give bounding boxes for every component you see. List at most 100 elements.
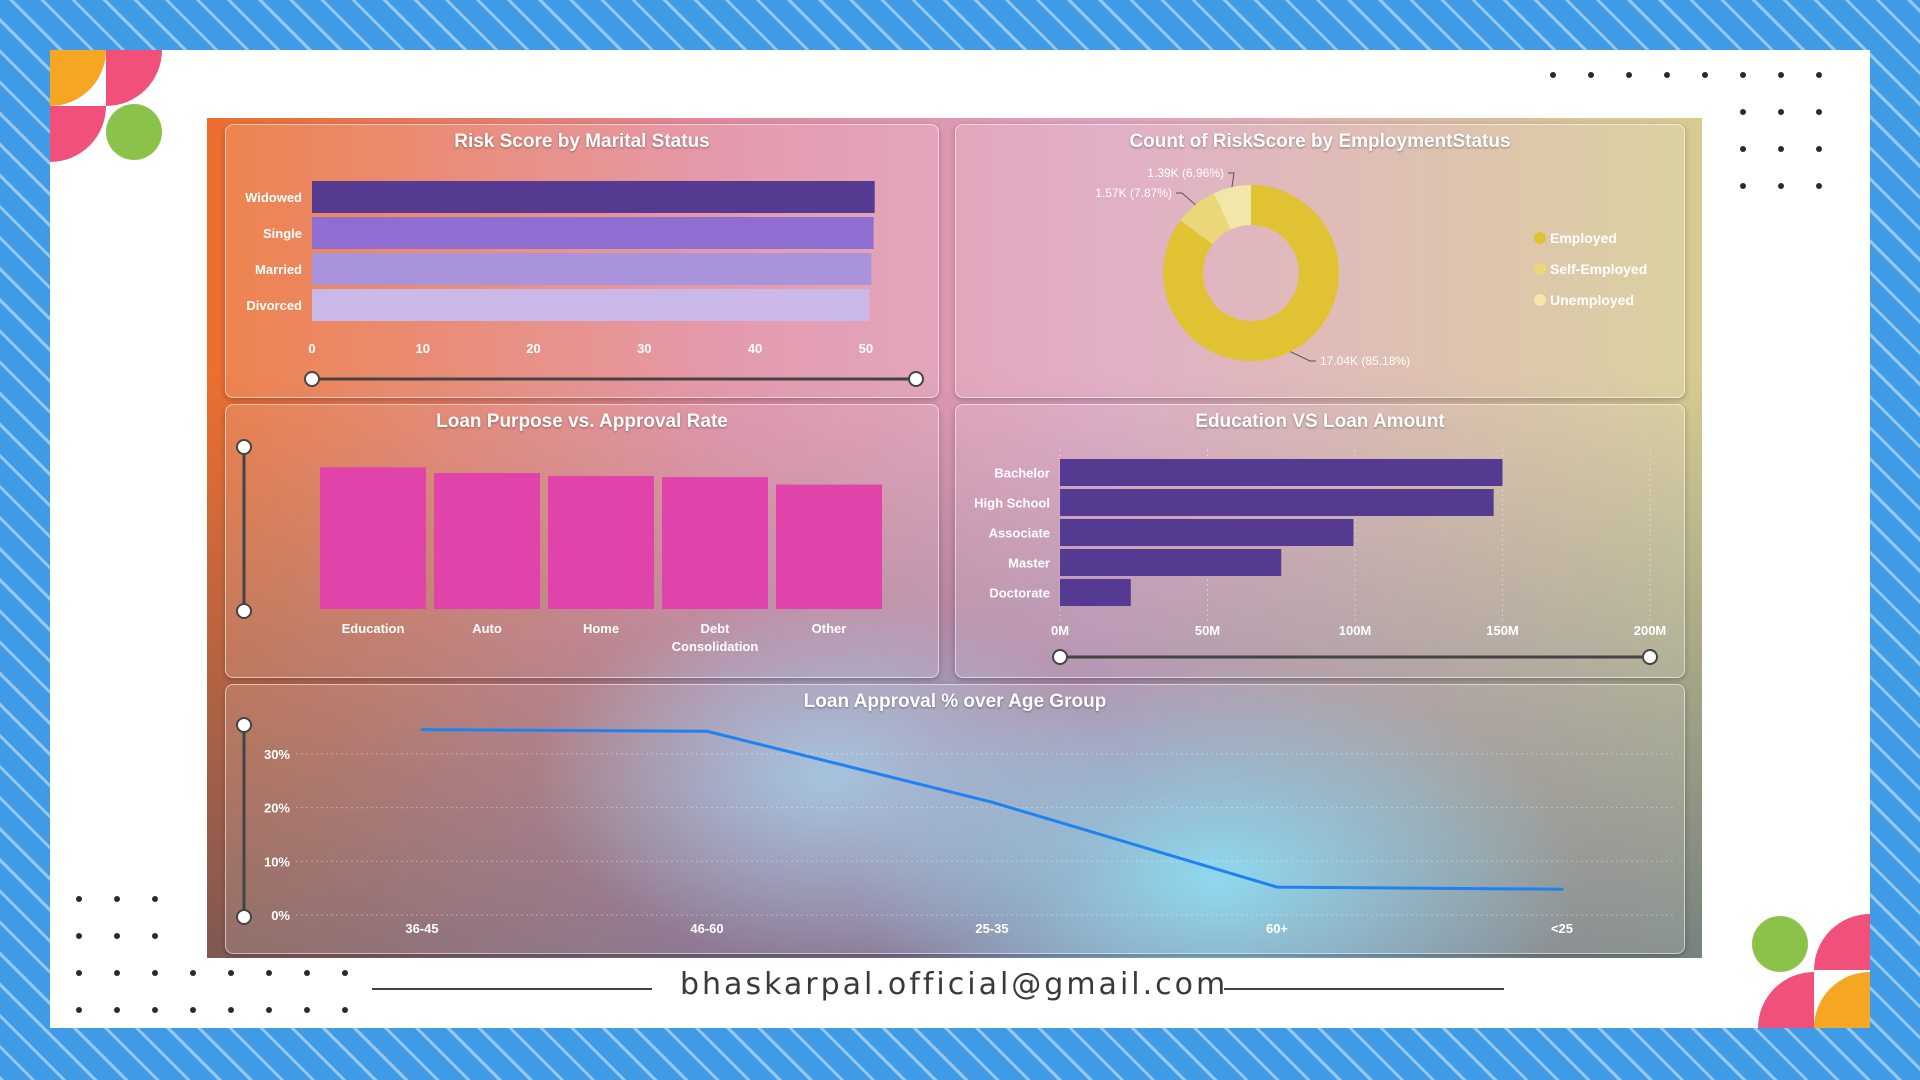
purpose-chart: Education Auto Home Debt Consolidation Other — [236, 439, 882, 654]
category-label: Master — [1008, 556, 1050, 571]
bar-education — [1060, 579, 1131, 606]
donut-data-label: 17.04K (85.18%) — [1320, 354, 1410, 368]
decor-pink-quarter-2 — [1758, 972, 1814, 1028]
decor-dot — [1588, 72, 1594, 78]
data-point — [1560, 887, 1564, 891]
footer-email: bhaskarpal.official@gmail.com — [680, 967, 1229, 1002]
category-label: Doctorate — [989, 586, 1050, 601]
decor-dot — [152, 970, 158, 976]
decor-pink-quarter-2 — [50, 106, 106, 162]
marital-chart: Widowed Single Married Divorced 0 10 20 30 40 50 — [245, 181, 924, 387]
decor-pink-quarter-1 — [1814, 914, 1870, 970]
education-panel: Education VS Loan Amount Bachelor High Sc… — [955, 404, 1685, 678]
age-panel: Loan Approval % over Age Group 0% 10% 20% 3… — [225, 684, 1685, 954]
x-tick-label: 100M — [1339, 623, 1372, 638]
category-label-line: Home — [583, 621, 619, 636]
decor-dot — [114, 1007, 120, 1013]
decor-dot — [266, 1007, 272, 1013]
category-label: Other — [812, 621, 847, 636]
category-label: High School — [974, 496, 1050, 511]
category-label-line: Education — [342, 621, 405, 636]
legend-marker — [1534, 294, 1546, 306]
education-range-slider-handle-start[interactable] — [1052, 649, 1068, 665]
footer-divider-left — [372, 988, 652, 990]
purpose-range-slider-handle-start[interactable] — [236, 439, 252, 455]
x-tick-label: 46-60 — [690, 921, 723, 936]
decor-dot — [228, 970, 234, 976]
category-label: Education — [342, 621, 405, 636]
category-label: Single — [263, 226, 302, 241]
data-point — [1275, 885, 1279, 889]
category-label: Divorced — [246, 298, 302, 313]
y-tick-label: 0% — [271, 908, 290, 923]
data-label-leader — [1228, 172, 1235, 188]
decor-dot — [1740, 146, 1746, 152]
decor-dot — [1816, 109, 1822, 115]
x-tick-label: 0M — [1051, 623, 1069, 638]
x-tick-label: <25 — [1551, 921, 1573, 936]
category-label: Bachelor — [994, 466, 1050, 481]
category-label-line: Auto — [472, 621, 502, 636]
education-range-slider-handle-end[interactable] — [1642, 649, 1658, 665]
age-range-slider-handle-start[interactable] — [236, 717, 252, 733]
x-tick-label: 10 — [416, 341, 430, 356]
bar-marital-married — [312, 253, 872, 285]
decor-dot — [152, 933, 158, 939]
dashboard-canvas: Risk Score by Marital Status Widowed Sing… — [207, 118, 1702, 958]
x-tick-label: 36-45 — [405, 921, 438, 936]
purpose-range-slider-handle-end[interactable] — [236, 603, 252, 619]
decor-dot — [1778, 72, 1784, 78]
donut-data-label: 1.57K (7.87%) — [1095, 186, 1172, 200]
data-label-leader — [1176, 192, 1196, 206]
purpose-panel: Loan Purpose vs. Approval Rate Education… — [225, 404, 939, 678]
x-tick-label: 50 — [859, 341, 873, 356]
x-tick-label: 200M — [1634, 623, 1667, 638]
donut-data-label: 1.39K (6.96%) — [1147, 166, 1224, 180]
decor-dot — [152, 896, 158, 902]
decor-green-circle — [1752, 916, 1808, 972]
bar-purpose — [548, 475, 654, 609]
decor-dot — [1740, 109, 1746, 115]
category-label: Auto — [472, 621, 502, 636]
footer-divider-right — [1224, 988, 1504, 990]
x-tick-label: 150M — [1486, 623, 1519, 638]
category-label-line: Consolidation — [672, 639, 759, 654]
decor-dot — [342, 1007, 348, 1013]
decor-dot — [114, 970, 120, 976]
age-range-slider-handle-end[interactable] — [236, 909, 252, 925]
decor-orange-quarter — [1814, 972, 1870, 1028]
marital-range-slider-handle-start[interactable] — [304, 371, 320, 387]
decor-dot — [1778, 109, 1784, 115]
decor-dot — [304, 970, 310, 976]
decor-dot — [1740, 72, 1746, 78]
legend-marker — [1534, 232, 1546, 244]
decor-dot — [76, 970, 82, 976]
x-tick-label: 25-35 — [975, 921, 1008, 936]
y-tick-label: 30% — [264, 747, 290, 762]
corner-decoration-bottom-right — [1752, 914, 1870, 1028]
category-label: Home — [583, 621, 619, 636]
employment-panel: Count of RiskScore by EmploymentStatus 1… — [955, 124, 1685, 398]
decor-green-circle — [106, 104, 162, 160]
decor-orange-quarter — [50, 50, 106, 106]
decor-dot — [76, 1007, 82, 1013]
decor-dot — [190, 1007, 196, 1013]
bar-purpose — [662, 477, 768, 609]
decor-dot — [342, 970, 348, 976]
marital-panel: Risk Score by Marital Status Widowed Sing… — [225, 124, 939, 398]
legend-label: Employed — [1550, 230, 1617, 246]
decor-dot — [1816, 72, 1822, 78]
bar-marital-widowed — [312, 181, 875, 213]
decor-dot — [1664, 72, 1670, 78]
y-tick-label: 10% — [264, 854, 290, 869]
decor-dot — [114, 933, 120, 939]
age-chart: 0% 10% 20% 30% 36-45 46-60 25-35 60+ <25 — [236, 717, 1676, 936]
y-tick-label: 20% — [264, 801, 290, 816]
bar-marital-single — [312, 217, 874, 249]
category-label: Associate — [989, 526, 1050, 541]
marital-range-slider-handle-end[interactable] — [908, 371, 924, 387]
category-label-line: Other — [812, 621, 847, 636]
legend-label: Unemployed — [1550, 292, 1634, 308]
category-label: Widowed — [245, 190, 302, 205]
decor-dot — [1550, 72, 1556, 78]
